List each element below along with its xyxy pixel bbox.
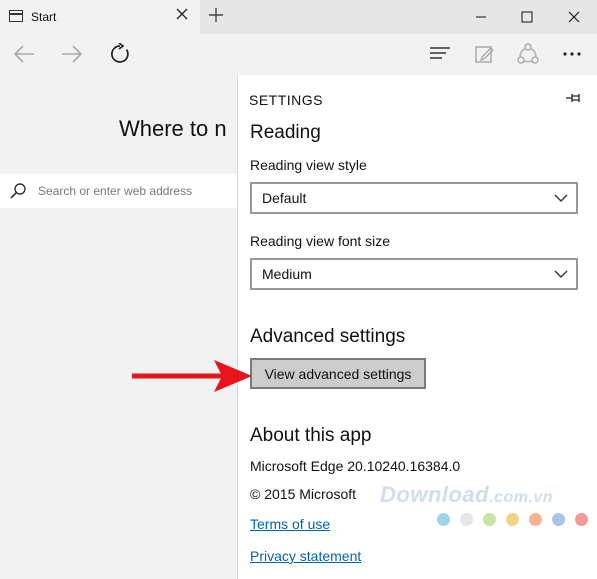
web-note-button[interactable] — [470, 40, 498, 68]
watermark-dots — [437, 513, 588, 526]
about-heading: About this app — [250, 425, 372, 446]
search-box[interactable] — [0, 174, 260, 208]
privacy-statement-link[interactable]: Privacy statement — [250, 548, 361, 564]
refresh-button[interactable] — [106, 40, 134, 68]
copyright-text: © 2015 Microsoft — [250, 486, 357, 502]
close-icon[interactable] — [174, 7, 190, 25]
watermark-dot — [575, 513, 588, 526]
watermark-logo: Download.com.vn — [380, 482, 553, 508]
search-icon — [10, 183, 26, 199]
plus-icon[interactable] — [206, 6, 226, 26]
watermark-dot — [437, 513, 450, 526]
reading-view-font-size-value: Medium — [262, 266, 312, 282]
watermark-dot — [552, 513, 565, 526]
back-arrow-icon — [13, 45, 34, 63]
tab-start[interactable]: Start — [0, 0, 200, 34]
terms-of-use-link[interactable]: Terms of use — [250, 516, 330, 532]
watermark-dot — [460, 513, 473, 526]
app-version: Microsoft Edge 20.10240.16384.0 — [250, 458, 461, 474]
pin-icon[interactable] — [565, 91, 583, 105]
red-arrow-annotation — [132, 360, 252, 392]
refresh-icon — [111, 43, 129, 63]
share-button[interactable] — [514, 40, 542, 68]
window-close-button[interactable] — [551, 0, 597, 34]
view-advanced-settings-button[interactable]: View advanced settings — [250, 358, 426, 389]
more-icon — [563, 52, 581, 56]
chevron-down-icon — [554, 194, 568, 202]
hub-button[interactable] — [426, 40, 454, 68]
search-input[interactable] — [38, 182, 238, 200]
tab-title: Start — [31, 10, 57, 24]
forward-arrow-icon — [62, 45, 83, 63]
settings-title: SETTINGS — [249, 92, 324, 108]
minimize-button[interactable] — [458, 0, 504, 34]
watermark-suffix: .com.vn — [489, 489, 554, 506]
reading-view-style-select[interactable]: Default — [250, 182, 578, 214]
reading-heading: Reading — [250, 122, 321, 143]
share-icon — [517, 43, 539, 64]
web-note-icon — [475, 46, 494, 63]
chevron-down-icon — [554, 270, 568, 278]
close-icon — [568, 11, 580, 23]
navigation-bar — [0, 34, 597, 74]
back-button[interactable] — [10, 40, 38, 68]
maximize-icon — [521, 11, 533, 23]
maximize-button[interactable] — [504, 0, 550, 34]
reading-view-font-size-label: Reading view font size — [250, 233, 391, 249]
reading-view-style-label: Reading view style — [250, 157, 367, 173]
start-page-heading: Where to n — [119, 116, 227, 141]
reading-view-font-size-select[interactable]: Medium — [250, 258, 578, 290]
tab-icon — [9, 10, 23, 22]
title-bar: Start — [0, 0, 597, 34]
reading-view-style-value: Default — [262, 190, 307, 206]
hub-icon — [430, 47, 450, 59]
watermark-dot — [529, 513, 542, 526]
advanced-settings-heading: Advanced settings — [250, 326, 406, 347]
watermark-dot — [506, 513, 519, 526]
watermark-text: Download — [380, 482, 490, 507]
minimize-icon — [476, 16, 486, 18]
forward-button[interactable] — [58, 40, 86, 68]
watermark-dot — [483, 513, 496, 526]
more-button[interactable] — [558, 40, 586, 68]
